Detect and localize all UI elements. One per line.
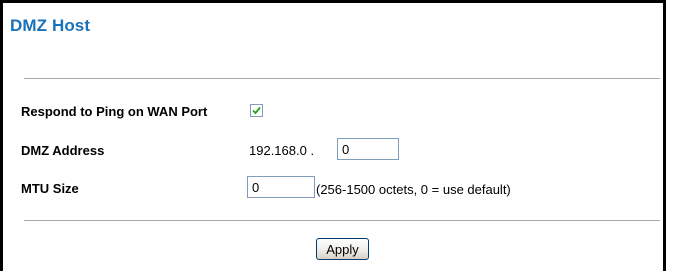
page-title: DMZ Host (10, 16, 91, 35)
top-divider (24, 78, 660, 79)
mtu-size-input[interactable] (247, 176, 315, 198)
checkmark-icon (252, 106, 261, 115)
apply-button[interactable]: Apply (316, 238, 369, 260)
bottom-divider (24, 220, 660, 221)
dmz-address-prefix: 192.168.0 . (249, 143, 315, 158)
respond-ping-checkbox[interactable] (250, 104, 263, 117)
mtu-size-hint: (256-1500 octets, 0 = use default) (316, 182, 511, 197)
dmz-address-last-octet-input[interactable] (337, 138, 399, 160)
mtu-size-label: MTU Size (21, 181, 79, 196)
dmz-host-panel: DMZ Host Respond to Ping on WAN Port DMZ… (0, 0, 666, 271)
dmz-address-label: DMZ Address (21, 143, 105, 158)
respond-ping-label: Respond to Ping on WAN Port (21, 104, 208, 119)
